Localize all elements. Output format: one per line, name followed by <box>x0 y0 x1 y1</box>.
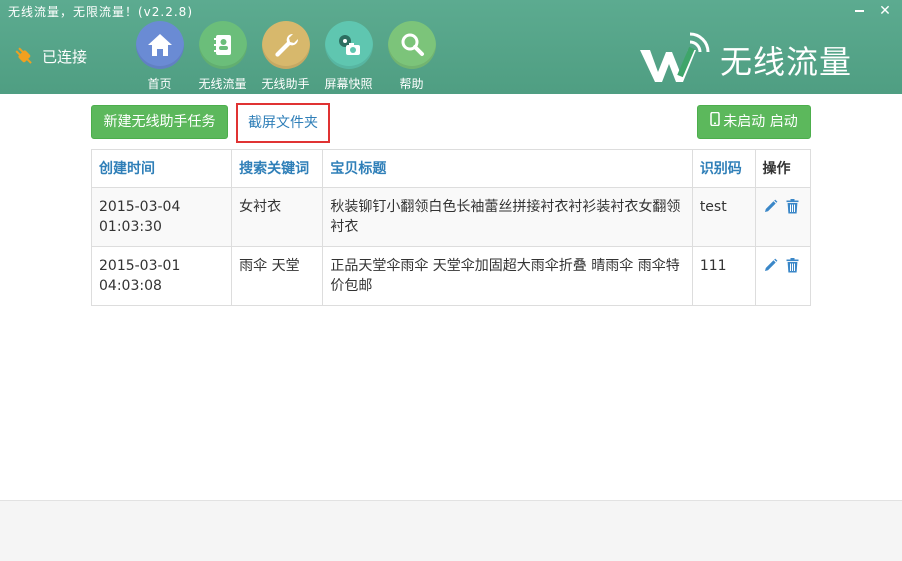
cell-code: 111 <box>691 246 756 306</box>
brand-logo-icon <box>636 28 716 92</box>
created-time: 04:03:08 <box>99 278 162 294</box>
new-task-button[interactable]: 新建无线助手任务 <box>91 105 228 139</box>
column-actions: 操作 <box>754 149 812 188</box>
nav-item-help[interactable]: 帮助 <box>380 21 443 92</box>
minimize-icon <box>854 10 864 12</box>
window-title: 无线流量，无限流量！(v2.2.8) <box>8 5 193 19</box>
nav-item-screenshot[interactable]: 屏幕快照 <box>317 21 380 92</box>
cell-created-time: 2015-03-04 01:03:30 <box>90 187 233 247</box>
cell-actions <box>754 246 812 306</box>
task-table: 创建时间 搜索关键词 宝贝标题 识别码 操作 2015-03-04 01:03:… <box>90 149 812 306</box>
delete-icon[interactable] <box>786 199 799 220</box>
screenshot-folder-link[interactable]: 截屏文件夹 <box>236 103 330 143</box>
edit-icon[interactable] <box>763 199 778 220</box>
magnifier-icon <box>387 21 436 69</box>
cell-keyword: 女衬衣 <box>231 187 324 247</box>
footer-bar <box>0 500 902 561</box>
created-time: 01:03:30 <box>99 219 162 235</box>
cell-keyword: 雨伞 天堂 <box>231 246 324 306</box>
camera-icon <box>324 21 373 69</box>
column-created-time[interactable]: 创建时间 <box>90 149 233 188</box>
edit-icon[interactable] <box>763 258 778 279</box>
nav-label-assistant: 无线助手 <box>261 77 310 91</box>
nav-label-traffic: 无线流量 <box>198 77 247 91</box>
connection-status: 已连接 <box>12 44 87 68</box>
nav-item-home[interactable]: 首页 <box>128 21 191 92</box>
status-label: 已连接 <box>42 47 88 66</box>
table-row: 2015-03-01 04:03:08 雨伞 天堂 正品天堂伞雨伞 天堂伞加固超… <box>90 246 812 306</box>
created-date: 2015-03-01 <box>99 258 181 274</box>
window-controls: ✕ <box>848 2 896 20</box>
cell-item-title: 正品天堂伞雨伞 天堂伞加固超大雨伞折叠 晴雨伞 雨伞特价包邮 <box>322 246 693 306</box>
column-code[interactable]: 识别码 <box>691 149 756 188</box>
plug-icon <box>12 44 36 68</box>
column-item-title[interactable]: 宝贝标题 <box>322 149 693 188</box>
table-row: 2015-03-04 01:03:30 女衬衣 秋装铆钉小翻领白色长袖蕾丝拼接衬… <box>90 187 812 247</box>
main-nav: 首页 无线流量 无线助手 屏幕快照 帮助 <box>128 21 443 92</box>
wrench-icon <box>261 21 310 69</box>
app-header: 无线流量，无限流量！(v2.2.8) ✕ 已连接 首页 无线流量 无线助手 屏幕… <box>0 0 902 94</box>
nav-label-help: 帮助 <box>399 77 424 91</box>
home-icon <box>135 21 184 69</box>
phone-icon <box>710 106 721 138</box>
minimize-button[interactable] <box>848 2 870 20</box>
cell-created-time: 2015-03-01 04:03:08 <box>90 246 233 306</box>
brand-name: 无线流量 <box>720 43 853 81</box>
contacts-icon <box>198 21 247 69</box>
nav-label-screenshot: 屏幕快照 <box>324 77 373 91</box>
created-date: 2015-03-04 <box>99 199 181 215</box>
delete-icon[interactable] <box>786 258 799 279</box>
brand: 无线流量 <box>636 28 852 92</box>
nav-item-assistant[interactable]: 无线助手 <box>254 21 317 92</box>
cell-actions <box>754 187 812 247</box>
cell-item-title: 秋装铆钉小翻领白色长袖蕾丝拼接衬衣衬衫装衬衣女翻领衬衣 <box>322 187 693 247</box>
nav-item-traffic[interactable]: 无线流量 <box>191 21 254 92</box>
start-button[interactable]: 未启动 启动 <box>697 105 811 139</box>
cell-code: test <box>691 187 756 247</box>
start-button-label: 未启动 启动 <box>723 114 798 130</box>
close-button[interactable]: ✕ <box>874 2 896 20</box>
column-keyword[interactable]: 搜索关键词 <box>231 149 324 188</box>
nav-label-home: 首页 <box>147 77 172 91</box>
table-header-row: 创建时间 搜索关键词 宝贝标题 识别码 操作 <box>90 149 812 188</box>
